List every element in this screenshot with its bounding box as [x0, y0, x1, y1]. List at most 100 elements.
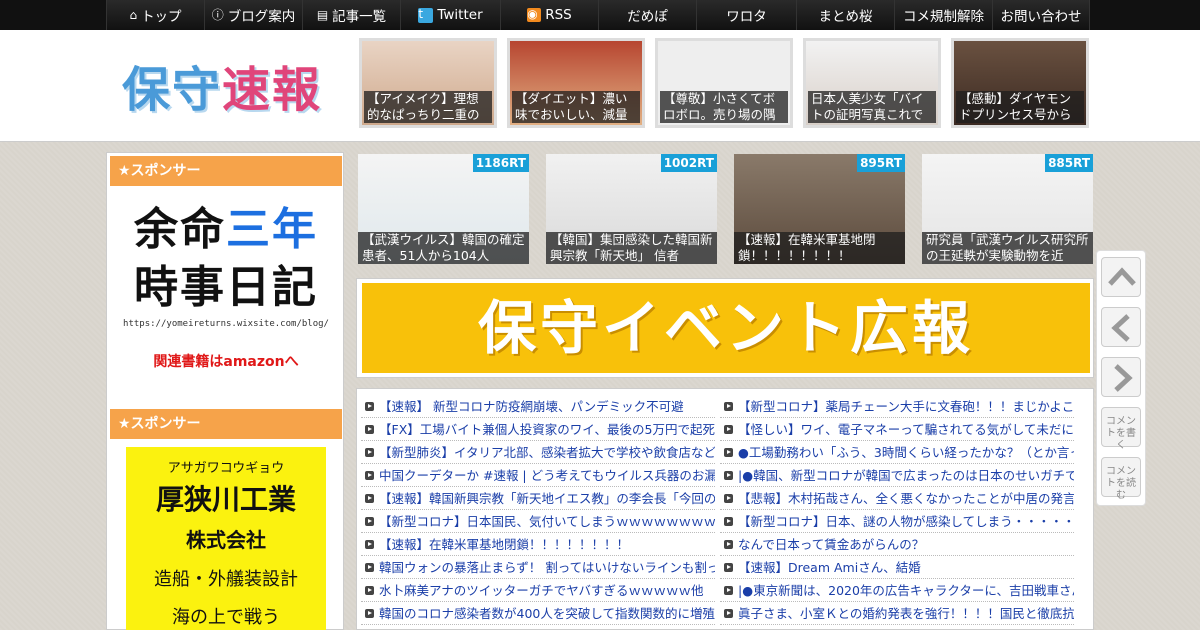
previous-article-button[interactable]	[1101, 307, 1141, 347]
scroll-top-button[interactable]	[1101, 257, 1141, 297]
ad2-name: 厚狭川工業	[155, 483, 296, 516]
nav-matome-sakura[interactable]: まとめ桜	[796, 0, 894, 30]
headline-link[interactable]: 【新型コロナ】薬局チェーン大手に文春砲！！！まじかよこれ	[720, 395, 1074, 418]
ranking-item[interactable]: 885RT 研究員「武漢ウイルス研究所の王延軼が実験動物を近	[922, 154, 1093, 264]
nav-rss[interactable]: ◉ RSS	[500, 0, 598, 30]
rt-badge: 885RT	[1045, 154, 1093, 172]
chevron-right-icon	[1114, 364, 1133, 392]
headline-column-left: 【速報】 新型コロナ防疫網崩壊、パンデミック不可避 【FX】工場バイト兼個人投資…	[361, 395, 715, 625]
headline-link[interactable]: 韓国ウォンの暴落止まらず！ 割ってはいけないラインも割っ	[361, 556, 715, 579]
nav-top[interactable]: ⌂ トップ	[106, 0, 204, 30]
headline-link[interactable]: 【悲報】木村拓哉さん、全く悪くなかったことが中居の発言で	[720, 487, 1074, 510]
site-logo[interactable]: 保守速報	[122, 50, 322, 120]
nav-label: Twitter	[437, 7, 483, 23]
comment-write-button[interactable]: コメントを書く	[1101, 407, 1141, 451]
nav-label: お問い合わせ	[1000, 9, 1082, 25]
rt-badge: 1186RT	[472, 154, 529, 172]
nav-twitter[interactable]: t Twitter	[400, 0, 500, 30]
nav-label: ワロタ	[726, 9, 767, 25]
list-icon: ▤	[316, 8, 329, 22]
headline-link[interactable]: |●東京新聞は、2020年の広告キャラクターに、吉田戦車さんの	[720, 579, 1074, 602]
nav-warota[interactable]: ワロタ	[696, 0, 796, 30]
ad2-company: 株式会社	[186, 528, 266, 552]
rt-badge: 895RT	[857, 154, 905, 172]
thumb-caption: 【感動】ダイヤモンドプリンセス号から	[956, 91, 1084, 123]
nav-comment-unblock[interactable]: コメ規制解除	[894, 0, 992, 30]
top-navigation-bar: ⌂ トップ ⓘ ブログ案内 ▤ 記事一覧 t Twitter ◉ RSS だめぽ ワロタ …	[0, 0, 1200, 30]
headline-link[interactable]: 【FX】工場バイト兼個人投資家のワイ、最後の5万円で起死回生	[361, 418, 715, 441]
headline-link[interactable]: 【速報】 新型コロナ防疫網崩壊、パンデミック不可避	[361, 395, 715, 418]
chevron-up-icon	[1108, 267, 1136, 286]
headline-link[interactable]: 【速報】韓国新興宗教「新天地イエス教」の李会長「今回の病	[361, 487, 715, 510]
nav-label: だめぽ	[627, 9, 668, 25]
chevron-left-icon	[1111, 314, 1130, 342]
nav-label: コメ規制解除	[903, 9, 984, 25]
headline-link[interactable]: |●韓国、新型コロナが韓国で広まったのは日本のせいガチで大	[720, 464, 1074, 487]
headline-link[interactable]: 眞子さま、小室Ｋとの婚約発表を強行！！！！国民と徹底抗戦	[720, 602, 1074, 625]
ad-line1: 余命三年	[134, 204, 318, 255]
sponsor-header: ★スポンサー	[110, 409, 342, 439]
thumb-caption: 【尊敬】小さくてボロボロ。売り場の隅	[660, 91, 788, 123]
headline-list: 【速報】 新型コロナ防疫網崩壊、パンデミック不可避 【FX】工場バイト兼個人投資…	[356, 388, 1094, 630]
floating-action-panel: コメントを書く コメントを読む	[1096, 250, 1146, 506]
comment-read-button[interactable]: コメントを読む	[1101, 457, 1141, 501]
headline-link[interactable]: 【速報】在韓米軍基地閉鎖！！！！！！！！	[361, 533, 715, 556]
ranking-item[interactable]: 1002RT 【韓国】集団感染した韓国新興宗教「新天地」 信者	[546, 154, 717, 264]
header-thumb-eye-makeup[interactable]: 【アイメイク】理想的なぱっちり二重の	[359, 38, 497, 128]
ad2-desc2: 海の上で戦う	[172, 607, 280, 628]
ranking-caption: 【速報】在韓米軍基地閉鎖！！！！！！！！	[734, 232, 905, 264]
headline-link[interactable]: 韓国のコロナ感染者数が400人を突破して指数関数的に増殖中	[361, 602, 715, 625]
nav-label: まとめ桜	[818, 9, 873, 25]
ad2-kana: アサガワコウギョウ	[167, 461, 285, 476]
rt-badge: 1002RT	[660, 154, 717, 172]
next-article-button[interactable]	[1101, 357, 1141, 397]
headline-link[interactable]: 【新型コロナ】日本、謎の人物が感染してしまう・・・・・・	[720, 510, 1074, 533]
home-icon: ⌂	[129, 8, 138, 22]
headline-link[interactable]: なんで日本って賃金あがらんの？	[720, 533, 1074, 556]
nav-damepo[interactable]: だめぽ	[598, 0, 696, 30]
headline-link[interactable]: ●工場勤務わい「ふう、3時間くらい経ったかな？（とか言って	[720, 441, 1074, 464]
nav-contact[interactable]: お問い合わせ	[992, 0, 1090, 30]
nav-label: トップ	[141, 9, 182, 25]
header-thumb-photo[interactable]: 日本人美少女「バイトの証明写真これで	[803, 38, 941, 128]
logo-text-b: 速報	[222, 62, 323, 118]
event-banner-text: 保守イベント広報	[362, 283, 1090, 373]
nav-label: RSS	[545, 7, 572, 23]
rss-icon: ◉	[527, 8, 542, 22]
header-thumb-diamond-princess[interactable]: 【感動】ダイヤモンドプリンセス号から	[951, 38, 1089, 128]
ad-amazon-link[interactable]: 関連書籍はamazonへ	[119, 351, 333, 371]
ad2-desc: 造船・外艤装設計	[154, 569, 298, 590]
nav-label: ブログ案内	[227, 9, 296, 25]
sponsor-ad-yomei[interactable]: 余命三年 時事日記 https://yomeireturns.wixsite.c…	[119, 201, 333, 371]
headline-link[interactable]: 水卜麻美アナのツイッターガチでヤバすぎるｗｗｗｗｗ他	[361, 579, 715, 602]
sidebar: ★スポンサー 余命三年 時事日記 https://yomeireturns.wi…	[106, 152, 344, 630]
sponsor-header: ★スポンサー	[110, 156, 342, 186]
headline-column-right: 【新型コロナ】薬局チェーン大手に文春砲！！！まじかよこれ 【怪しい】ワイ、電子マ…	[720, 395, 1074, 625]
headline-link[interactable]: 【速報】Dream Amiさん、結婚	[720, 556, 1074, 579]
event-banner[interactable]: 保守イベント広報	[356, 278, 1094, 378]
logo-text-a: 保守	[122, 62, 223, 118]
nav-blog-guide[interactable]: ⓘ ブログ案内	[204, 0, 302, 30]
ranking-caption: 【韓国】集団感染した韓国新興宗教「新天地」 信者	[546, 232, 717, 264]
sponsor-ad-asagawa[interactable]: アサガワコウギョウ 厚狭川工業 株式会社 造船・外艤装設計 海の上で戦う	[126, 447, 326, 630]
site-header: 保守速報 【アイメイク】理想的なぱっちり二重の 【ダイエット】濃い味でおいしい、…	[0, 30, 1200, 142]
ranking-item[interactable]: 1186RT 【武漢ウイルス】韓国の確定患者、51人から104人	[358, 154, 529, 264]
info-icon: ⓘ	[211, 8, 224, 22]
twitter-icon: t	[418, 7, 434, 23]
nav-article-list[interactable]: ▤ 記事一覧	[302, 0, 400, 30]
ranking-caption: 【武漢ウイルス】韓国の確定患者、51人から104人	[358, 232, 529, 264]
header-thumb-respect[interactable]: 【尊敬】小さくてボロボロ。売り場の隅	[655, 38, 793, 128]
headline-link[interactable]: 【怪しい】ワイ、電子マネーって騙されてる気がして未だに使	[720, 418, 1074, 441]
header-thumb-diet[interactable]: 【ダイエット】濃い味でおいしい、減量	[507, 38, 645, 128]
headline-link[interactable]: 中国クーデターか #速報 | どう考えてもウイルス兵器のお漏らし	[361, 464, 715, 487]
ranking-caption: 研究員「武漢ウイルス研究所の王延軼が実験動物を近	[922, 232, 1093, 264]
thumb-caption: 【アイメイク】理想的なぱっちり二重の	[364, 91, 492, 123]
nav-label: 記事一覧	[332, 9, 387, 25]
headline-link[interactable]: 【新型コロナ】日本国民、気付いてしまうｗｗｗｗｗｗｗｗｗ	[361, 510, 715, 533]
thumb-caption: 【ダイエット】濃い味でおいしい、減量	[512, 91, 640, 123]
headline-link[interactable]: 【新型肺炎】イタリア北部、感染者拡大で学校や飲食店など営業	[361, 441, 715, 464]
ranking-item[interactable]: 895RT 【速報】在韓米軍基地閉鎖！！！！！！！！	[734, 154, 905, 264]
thumb-caption: 日本人美少女「バイトの証明写真これで	[808, 91, 936, 123]
ad-url: https://yomeireturns.wixsite.com/blog/	[123, 319, 329, 329]
ad-line2: 時事日記	[134, 262, 318, 313]
